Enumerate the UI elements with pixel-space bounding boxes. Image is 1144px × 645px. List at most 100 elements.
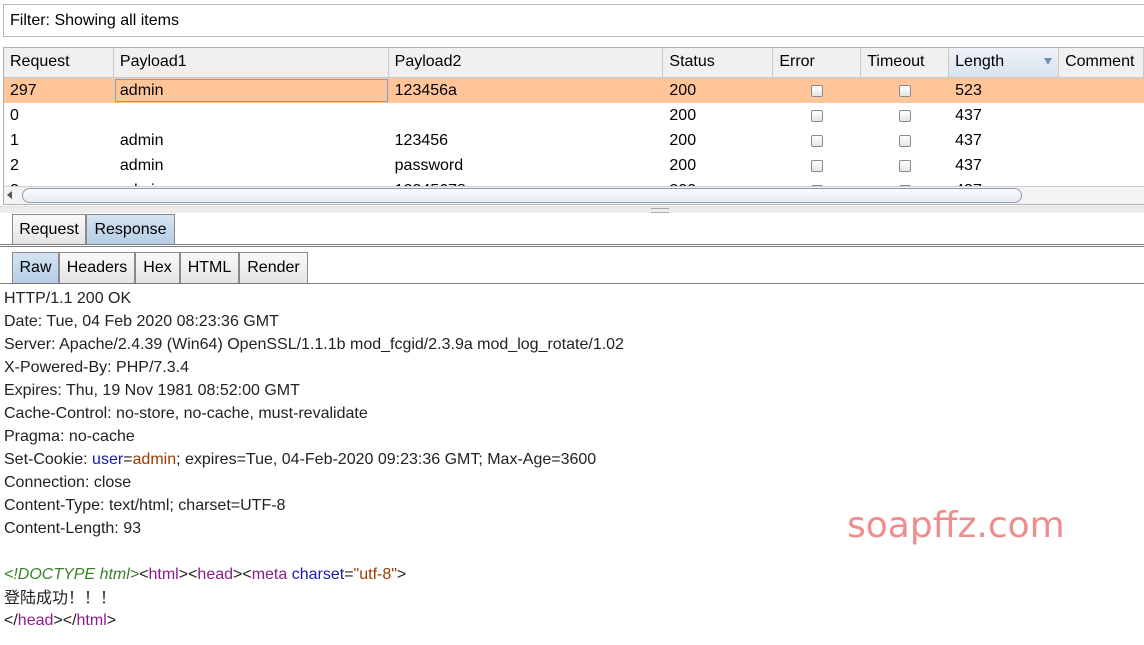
tab-render[interactable]: Render (239, 252, 308, 283)
column-header-length-label: Length (955, 53, 1005, 70)
cookie-equals: = (123, 451, 133, 468)
tab-hex[interactable]: Hex (135, 252, 180, 283)
filter-bar[interactable]: Filter: Showing all items (3, 4, 1144, 37)
tab-request[interactable]: Request (12, 214, 86, 245)
error-checkbox[interactable] (811, 159, 824, 172)
tab-html[interactable]: HTML (180, 252, 239, 283)
column-header-payload2[interactable]: Payload2 (389, 48, 664, 77)
column-header-status[interactable]: Status (663, 48, 774, 77)
header-line: Pragma: no-cache (4, 428, 135, 445)
cell-payload2 (389, 103, 664, 128)
cookie-attributes: ; expires=Tue, 04-Feb-2020 09:23:36 GMT;… (176, 451, 597, 468)
body-line-doctype: <!DOCTYPE html><html><head><meta charset… (4, 563, 1134, 586)
timeout-checkbox[interactable] (899, 84, 912, 97)
column-header-length[interactable]: Length (949, 48, 1060, 77)
lt-token: < (242, 566, 252, 583)
table-row[interactable]: 2 admin password 200 437 (4, 153, 1144, 178)
timeout-checkbox[interactable] (899, 109, 912, 122)
cell-length: 437 (955, 107, 982, 124)
close-lt-token: </ (62, 612, 77, 629)
cell-request: 2 (10, 157, 19, 174)
cell-error (773, 78, 861, 103)
cell-length: 437 (955, 132, 982, 149)
cell-error (773, 128, 861, 153)
cookie-value: admin (132, 451, 177, 468)
cell-comment (1059, 103, 1144, 128)
set-cookie-prefix: Set-Cookie: (4, 451, 93, 468)
cell-payload1: admin (114, 78, 389, 103)
header-line: Connection: close (4, 474, 132, 491)
sort-descending-icon (1044, 58, 1053, 65)
tag-html: html (148, 566, 179, 583)
cell-payload2: 123456 (394, 132, 449, 149)
body-line-close: </head></html> (4, 609, 1134, 632)
header-line: Server: Apache/2.4.39 (Win64) OpenSSL/1.… (4, 336, 624, 353)
response-raw-view[interactable]: HTTP/1.1 200 OK Date: Tue, 04 Feb 2020 0… (4, 287, 1134, 642)
table-body: 297 admin 123456a 200 523 0 200 437 1 admin 123456… (4, 78, 1144, 203)
cell-status: 200 (669, 107, 697, 124)
scrollbar-thumb[interactable] (22, 188, 1022, 203)
column-header-request[interactable]: Request (4, 48, 114, 77)
cell-error (773, 103, 861, 128)
horizontal-scrollbar[interactable] (4, 186, 1144, 204)
cell-request: 1 (10, 132, 19, 149)
splitter-grip-icon (651, 208, 669, 213)
inner-tab-divider (0, 283, 1144, 285)
watermark: soapffz.com (847, 505, 1065, 546)
gt-token: > (396, 566, 407, 583)
column-header-comment[interactable]: Comment (1059, 48, 1144, 77)
cell-comment (1059, 128, 1144, 153)
timeout-checkbox[interactable] (899, 159, 912, 172)
cell-payload2: password (394, 157, 464, 174)
header-line: X-Powered-By: PHP/7.3.4 (4, 359, 189, 376)
cell-comment (1059, 78, 1144, 103)
error-checkbox[interactable] (811, 134, 824, 147)
gt-token: > (233, 566, 243, 583)
status-line: HTTP/1.1 200 OK (4, 290, 132, 307)
column-header-timeout[interactable]: Timeout (861, 48, 950, 77)
attr-equals: = (344, 566, 354, 583)
column-header-error[interactable]: Error (773, 48, 862, 77)
cell-request: 0 (10, 107, 19, 124)
table-row[interactable]: 297 admin 123456a 200 523 (4, 78, 1144, 103)
tag-head-close: head (17, 612, 54, 629)
lt-token: < (139, 566, 149, 583)
scroll-left-icon[interactable] (7, 191, 12, 199)
tag-meta: meta (251, 566, 288, 583)
set-cookie-line: Set-Cookie: user=admin; expires=Tue, 04-… (4, 448, 1134, 471)
tab-headers[interactable]: Headers (59, 252, 135, 283)
error-checkbox[interactable] (811, 84, 824, 97)
header-line: Expires: Thu, 19 Nov 1981 08:52:00 GMT (4, 382, 300, 399)
cell-timeout (861, 128, 949, 153)
cell-request: 297 (10, 82, 37, 99)
cell-payload1: admin (119, 132, 164, 149)
timeout-checkbox[interactable] (899, 134, 912, 147)
gt-token: > (178, 566, 189, 583)
cell-length: 437 (955, 157, 982, 174)
tab-raw[interactable]: Raw (12, 252, 59, 283)
cell-error (773, 153, 861, 178)
attr-charset-value: "utf-8" (353, 566, 397, 583)
cell-timeout (861, 153, 949, 178)
error-checkbox[interactable] (811, 109, 824, 122)
close-lt-token: </ (4, 612, 18, 629)
table-row[interactable]: 1 admin 123456 200 437 (4, 128, 1144, 153)
column-header-payload1[interactable]: Payload1 (114, 48, 389, 77)
pane-splitter[interactable] (0, 206, 1144, 213)
cell-payload1 (114, 103, 389, 128)
cell-timeout (861, 103, 949, 128)
attr-charset: charset (291, 566, 345, 583)
header-line: Cache-Control: no-store, no-cache, must-… (4, 405, 368, 422)
body-line-message: 登陆成功！！！ (4, 588, 117, 607)
table-row[interactable]: 0 200 437 (4, 103, 1144, 128)
cell-status: 200 (669, 157, 697, 174)
gt-token: > (106, 612, 117, 629)
outer-tab-divider (0, 244, 1144, 247)
cell-timeout (861, 78, 949, 103)
cell-payload1: admin (119, 157, 164, 174)
header-line: Date: Tue, 04 Feb 2020 08:23:36 GMT (4, 313, 279, 330)
cell-length: 523 (955, 82, 982, 99)
tab-response[interactable]: Response (86, 214, 175, 245)
cookie-name: user (92, 451, 124, 468)
cell-status: 200 (669, 82, 697, 99)
